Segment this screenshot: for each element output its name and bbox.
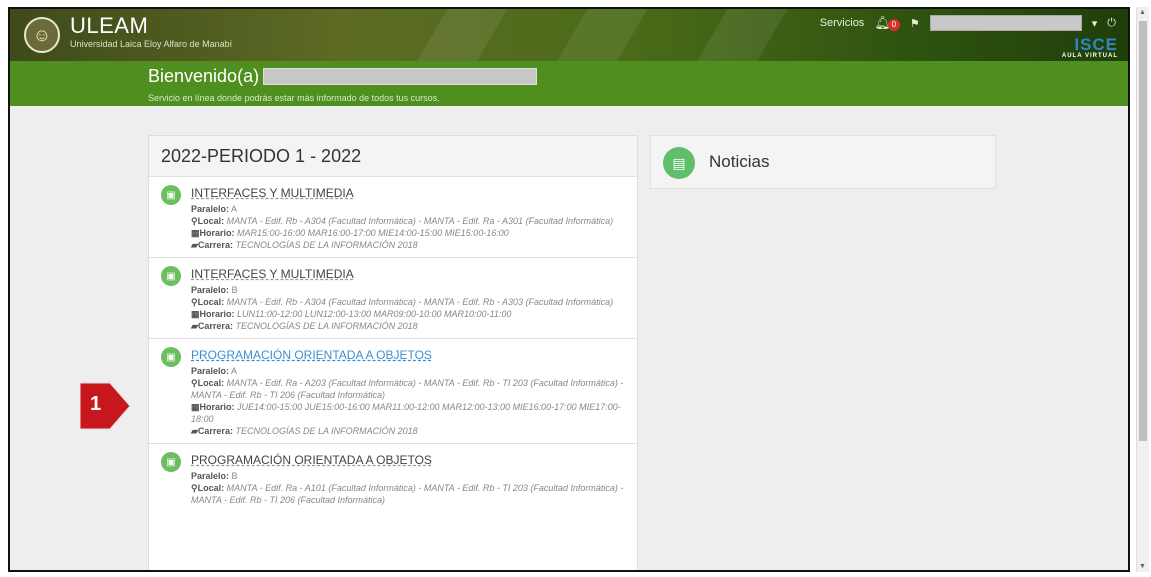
course-link[interactable]: INTERFACES Y MULTIMEDIA bbox=[191, 267, 354, 281]
course-item: ▣ INTERFACES Y MULTIMEDIA Paralelo: A ⚲L… bbox=[149, 177, 637, 258]
course-item: ▣ PROGRAMACIÓN ORIENTADA A OBJETOS Paral… bbox=[149, 339, 637, 444]
chevron-down-icon[interactable]: ▾ bbox=[1092, 17, 1098, 30]
graduation-icon: ▰ bbox=[191, 321, 198, 331]
graduation-icon: ▰ bbox=[191, 426, 198, 436]
news-title: Noticias bbox=[709, 152, 770, 171]
scroll-thumb[interactable] bbox=[1139, 21, 1147, 441]
newspaper-icon: ▤ bbox=[663, 147, 695, 179]
courses-panel: 2022-PERIODO 1 - 2022 ▣ INTERFACES Y MUL… bbox=[148, 135, 638, 570]
welcome-subtitle: Servicio en línea donde podrás estar más… bbox=[148, 93, 440, 103]
welcome-title: Bienvenido(a) bbox=[148, 66, 538, 87]
book-icon: ▣ bbox=[161, 266, 181, 286]
university-seal-icon[interactable]: ☺ bbox=[24, 17, 60, 53]
step-callout-arrow: 1 bbox=[80, 371, 132, 441]
location-icon: ⚲ bbox=[191, 483, 198, 493]
course-link[interactable]: PROGRAMACIÓN ORIENTADA A OBJETOS bbox=[191, 348, 432, 362]
location-icon: ⚲ bbox=[191, 378, 198, 388]
calendar-icon: ▦ bbox=[191, 402, 200, 412]
top-navbar: ☺ ULEAM Universidad Laica Eloy Alfaro de… bbox=[10, 9, 1128, 61]
course-link[interactable]: PROGRAMACIÓN ORIENTADA A OBJETOS bbox=[191, 453, 432, 467]
book-icon: ▣ bbox=[161, 347, 181, 367]
book-icon: ▣ bbox=[161, 185, 181, 205]
location-icon: ⚲ bbox=[191, 216, 198, 226]
brand-subtitle: Universidad Laica Eloy Alfaro de Manabí bbox=[70, 39, 233, 49]
book-icon: ▣ bbox=[161, 452, 181, 472]
flag-icon[interactable]: ⚑ bbox=[910, 17, 920, 30]
calendar-icon: ▦ bbox=[191, 309, 200, 319]
graduation-icon: ▰ bbox=[191, 240, 198, 250]
news-panel[interactable]: ▤ Noticias bbox=[650, 135, 996, 189]
logout-icon[interactable]: ⏻ bbox=[1107, 17, 1116, 30]
vertical-scrollbar[interactable]: ▲ ▼ bbox=[1136, 7, 1149, 572]
user-name-redacted bbox=[263, 68, 538, 85]
services-menu[interactable]: Servicios bbox=[820, 17, 865, 29]
course-item: ▣ PROGRAMACIÓN ORIENTADA A OBJETOS Paral… bbox=[149, 444, 637, 512]
user-menu-redacted[interactable] bbox=[929, 15, 1082, 31]
top-right-menu: Servicios 🔔︎ 0 ⚑ ▾ ⏻ bbox=[820, 13, 1116, 33]
notifications-badge: 0 bbox=[887, 18, 900, 31]
notifications-button[interactable]: 🔔︎ 0 bbox=[874, 15, 900, 31]
course-item: ▣ INTERFACES Y MULTIMEDIA Paralelo: B ⚲L… bbox=[149, 258, 637, 339]
isce-logo: ISCE AULA VIRTUAL bbox=[1061, 35, 1118, 59]
browser-frame: ☺ ULEAM Universidad Laica Eloy Alfaro de… bbox=[8, 7, 1130, 572]
scroll-down-icon[interactable]: ▼ bbox=[1139, 563, 1146, 570]
callout-number: 1 bbox=[90, 393, 102, 415]
scroll-up-icon[interactable]: ▲ bbox=[1139, 9, 1146, 16]
course-link[interactable]: INTERFACES Y MULTIMEDIA bbox=[191, 186, 354, 200]
brand-title[interactable]: ULEAM bbox=[70, 13, 148, 39]
calendar-icon: ▦ bbox=[191, 228, 200, 238]
welcome-banner: Bienvenido(a) Servicio en línea donde po… bbox=[10, 61, 1128, 106]
period-title: 2022-PERIODO 1 - 2022 bbox=[149, 136, 637, 177]
location-icon: ⚲ bbox=[191, 297, 198, 307]
